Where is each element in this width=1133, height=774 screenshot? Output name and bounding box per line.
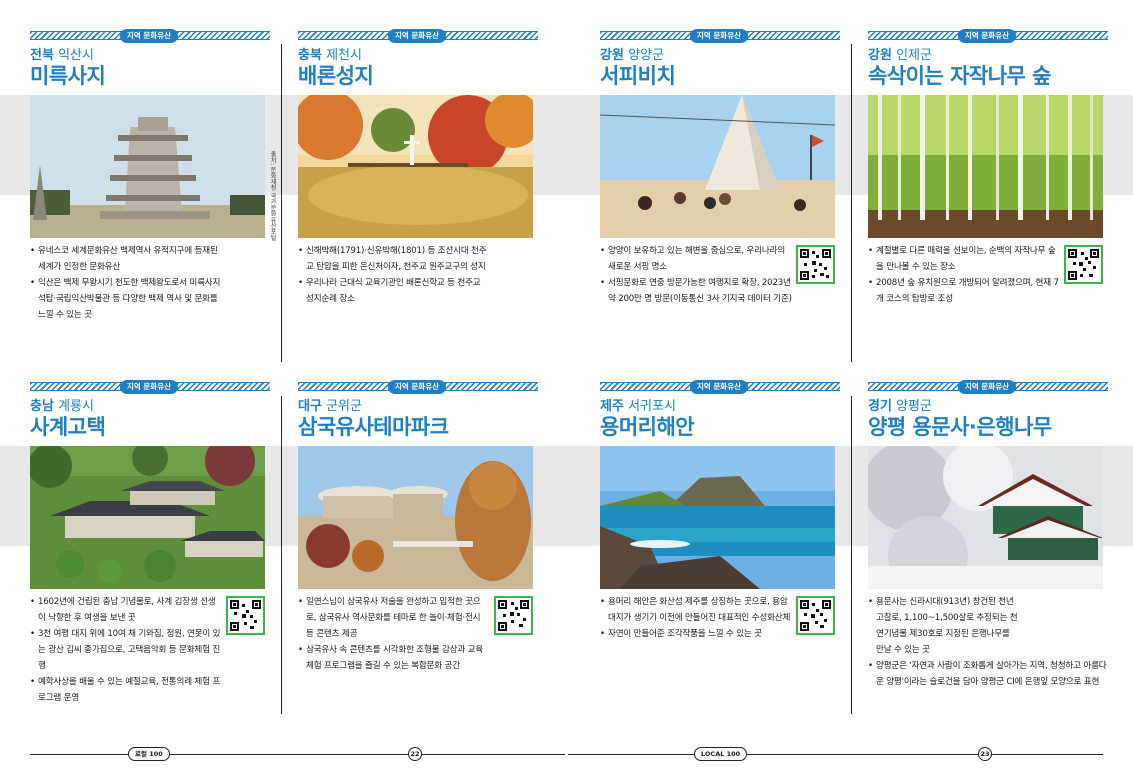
card-title: 서피비치 [600,64,676,88]
heritage-card-birch-forest: 지역 문화유산 강원 인제군 속삭이는 자작나무 숲 계절별로 다른 매력을 선… [868,29,1108,351]
heritage-card-sagye-gotaek: 지역 문화유산 충남 계룡시 사계고택 1602년에 건립된 충남 기념물로, … [30,380,270,712]
list-item: 유네스코 세계문화유산 백제역사 유적지구에 등재된 세계가 인정한 문화유산 [30,243,222,275]
photo-snow-temple [868,446,1103,589]
category-badge: 지역 문화유산 [690,29,749,43]
list-item: 신해박해(1791)·신유박해(1801) 등 조선시대 천주교 탄압을 피한 … [298,243,488,275]
heritage-card-surfy-beach: 지역 문화유산 강원 양양군 서피비치 양양이 보유하고 있는 해변을 중심으로… [600,29,840,351]
heritage-card-yongmunsa: 지역 문화유산 경기 양평군 양평 용문사·은행나무 용문사는 신라시대(913… [868,380,1108,712]
list-item: 서핑문화로 연중 방문가능한 여행지로 확장, 2023년 약 200만 명 방… [600,275,792,307]
description-list: 일연스님이 삼국유사 저술을 완성하고 입적한 곳으로, 삼국유사 역사문화를 … [298,594,490,674]
category-badge: 지역 문화유산 [388,29,447,43]
description-list: 용문사는 신라시대(913년) 창건된 천년 고찰로, 1,100~1,500살… [868,594,1108,690]
column-divider [281,396,282,714]
card-title: 양평 용문사·은행나무 [868,415,1052,439]
photo-birch-forest [868,95,1103,238]
list-item: 예학사상을 배울 수 있는 예절교육, 전통의례 체험 프로그램 운영 [30,674,222,706]
card-title: 사계고택 [30,415,106,439]
category-badge: 지역 문화유산 [958,29,1017,43]
description-list: 용머리 해안은 화산섬 제주를 상징하는 곳으로, 용암대지가 생기기 이전에 … [600,594,792,642]
qr-code-icon[interactable] [494,596,533,635]
qr-code-icon[interactable] [1064,245,1103,284]
description-list: 계절별로 다른 매력을 선보이는, 순백의 자작나무 숲을 만나볼 수 있는 장… [868,243,1060,307]
card-title: 삼국유사테마파크 [298,415,449,439]
list-item: 자연이 만들어준 조각작품을 느낄 수 있는 곳 [600,626,792,642]
list-item: 우리나라 근대식 교육기관인 배론신학교 등 천주교 성지순례 장소 [298,275,488,307]
card-title: 배론성지 [298,64,374,88]
qr-code-icon[interactable] [796,245,835,284]
photo-beach-tent [600,95,835,238]
card-title: 속삭이는 자작나무 숲 [868,64,1052,88]
footer-section-label: LOCAL 100 [694,747,748,761]
list-item: 3천 여평 대지 위에 10여 채 기와집, 정원, 연못이 있는 광산 김씨 … [30,626,222,674]
heritage-card-samguk-theme-park: 지역 문화유산 대구 군위군 삼국유사테마파크 일연스님이 삼국유사 저술을 완… [298,380,538,712]
footer-rule [30,754,565,755]
qr-code-icon[interactable] [226,596,265,635]
description-list: 유네스코 세계문화유산 백제역사 유적지구에 등재된 세계가 인정한 문화유산 … [30,243,222,323]
photo-coast [600,446,835,589]
footer-section-label: 로컬 100 [128,747,170,761]
list-item: 익산은 백제 무왕시기 천도한 백제왕도로서 미륵사지석탑·국립익산박물관 등 … [30,275,222,323]
column-divider [851,44,852,362]
description-list: 1602년에 건립된 충남 기념물로, 사계 김장생 선생이 낙향한 후 여생을… [30,594,222,706]
list-item: 삼국유사 속 콘텐츠를 시각화한 조형물 감상과 교육체험 프로그램을 즐길 수… [298,642,490,674]
category-badge: 지역 문화유산 [388,380,447,394]
heritage-card-yongmeori-coast: 지역 문화유산 제주 서귀포시 용머리해안 용머리 해안은 화산섬 제주를 상징… [600,380,840,712]
photo-autumn-pond [298,95,533,238]
column-divider [851,396,852,714]
heritage-card-baeron: 지역 문화유산 충북 제천시 배론성지 신해박해(1791)·신유박해(1801… [298,29,538,351]
description-list: 양양이 보유하고 있는 해변을 중심으로, 우리나라의 새로운 서핑 명소 서핑… [600,243,792,307]
list-item: 1602년에 건립된 충남 기념물로, 사계 김장생 선생이 낙향한 후 여생을… [30,594,222,626]
card-title: 미륵사지 [30,64,106,88]
photo-credit: 출처: 문화재청 국가문화유산포털 [269,151,276,241]
heritage-card-mireuksaji: 지역 문화유산 전북 익산시 미륵사지 출처: 문화재청 국가문화유산포털 유네… [30,29,276,351]
photo-theme-park [298,446,533,589]
page-number: 22 [408,747,422,761]
list-item: 양양이 보유하고 있는 해변을 중심으로, 우리나라의 새로운 서핑 명소 [600,243,792,275]
category-badge: 지역 문화유산 [690,380,749,394]
qr-code-icon[interactable] [796,596,835,635]
footer-rule [568,754,1103,755]
list-item: 2008년 숲 유치원으로 개방되어 알려졌으며, 현재 7개 코스의 탐방로 … [868,275,1060,307]
category-badge: 지역 문화유산 [120,29,179,43]
column-divider [281,44,282,362]
page-number: 23 [978,747,992,761]
list-item: 용문사는 신라시대(913년) 창건된 천년 고찰로, 1,100~1,500살… [868,594,1108,658]
category-badge: 지역 문화유산 [958,380,1017,394]
list-item: 일연스님이 삼국유사 저술을 완성하고 입적한 곳으로, 삼국유사 역사문화를 … [298,594,490,642]
photo-stone-pagoda [30,95,265,238]
list-item: 용머리 해안은 화산섬 제주를 상징하는 곳으로, 용암대지가 생기기 이전에 … [600,594,792,626]
card-title: 용머리해안 [600,415,695,439]
category-badge: 지역 문화유산 [120,380,179,394]
list-item: 양평군은 '자연과 사람이 조화롭게 살아가는 지역, 청청하고 아름다운 양평… [868,658,1108,690]
list-item: 계절별로 다른 매력을 선보이는, 순백의 자작나무 숲을 만나볼 수 있는 장… [868,243,1060,275]
description-list: 신해박해(1791)·신유박해(1801) 등 조선시대 천주교 탄압을 피한 … [298,243,488,307]
photo-hanok [30,446,265,589]
